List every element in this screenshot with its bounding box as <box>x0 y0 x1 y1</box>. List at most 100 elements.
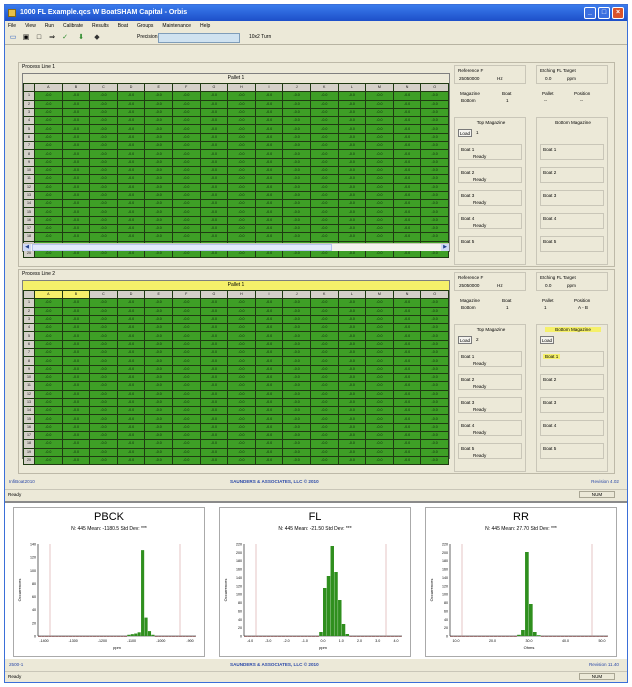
table-cell[interactable]: -0.0 <box>61 199 91 209</box>
column-header[interactable]: K <box>309 289 339 300</box>
table-cell[interactable]: -0.0 <box>144 91 173 101</box>
column-header[interactable]: C <box>89 289 118 300</box>
table-cell[interactable]: -0.0 <box>337 414 367 424</box>
table-cell[interactable]: -0.0 <box>199 348 229 358</box>
table-cell[interactable]: -0.0 <box>116 190 146 201</box>
menu-calibrate[interactable]: Calibrate <box>63 21 83 31</box>
table-cell[interactable]: -0.0 <box>34 190 63 201</box>
table-cell[interactable]: -0.0 <box>282 132 311 143</box>
table-cell[interactable]: -0.0 <box>144 406 173 416</box>
table-cell[interactable]: -0.0 <box>34 298 63 308</box>
table-cell[interactable]: -0.0 <box>337 455 367 466</box>
bottom-boat-2[interactable]: Boat 2 <box>540 167 604 183</box>
top-boat-5[interactable]: Boat 5 Ready <box>458 443 522 459</box>
table-cell[interactable]: -0.0 <box>144 306 173 316</box>
table-cell[interactable]: -0.0 <box>282 406 311 416</box>
table-cell[interactable]: -0.0 <box>34 199 63 209</box>
table-cell[interactable]: -0.0 <box>61 298 91 308</box>
reference-value[interactable]: 25050000 <box>459 283 479 288</box>
table-cell[interactable]: -0.0 <box>61 431 91 441</box>
table-cell[interactable]: -0.0 <box>61 414 91 424</box>
table-cell[interactable]: -0.0 <box>171 422 201 433</box>
table-cell[interactable]: -0.0 <box>61 224 91 234</box>
table-cell[interactable]: -0.0 <box>365 306 394 316</box>
table-cell[interactable]: -0.0 <box>227 215 256 226</box>
table-cell[interactable]: -0.0 <box>144 99 173 109</box>
table-cell[interactable]: -0.0 <box>227 107 256 118</box>
table-cell[interactable]: -0.0 <box>337 298 367 308</box>
table-cell[interactable]: -0.0 <box>116 116 146 126</box>
table-cell[interactable]: -0.0 <box>171 99 201 109</box>
table-cell[interactable]: -0.0 <box>116 149 146 159</box>
bottom-boat-4[interactable]: Boat 4 <box>540 420 604 436</box>
print-icon[interactable]: ▣ <box>22 34 30 42</box>
table-cell[interactable]: -0.0 <box>144 157 173 167</box>
table-cell[interactable]: -0.0 <box>227 91 256 101</box>
table-cell[interactable]: -0.0 <box>420 447 449 457</box>
table-cell[interactable]: -0.0 <box>337 232 367 242</box>
table-cell[interactable]: -0.0 <box>61 372 91 383</box>
bottom-load-button[interactable]: Load <box>540 336 554 344</box>
etching-value[interactable]: 0.0 <box>545 283 551 288</box>
table-cell[interactable]: -0.0 <box>282 372 311 383</box>
row-header[interactable]: 8 <box>23 356 35 366</box>
table-cell[interactable]: -0.0 <box>392 199 422 209</box>
row-header[interactable]: 4 <box>23 116 35 126</box>
reference-value[interactable]: 25050000 <box>459 76 479 81</box>
table-cell[interactable]: -0.0 <box>144 224 173 234</box>
minimize-button[interactable]: _ <box>584 7 596 19</box>
table-cell[interactable]: -0.0 <box>61 397 91 408</box>
table-cell[interactable]: -0.0 <box>144 364 173 374</box>
table-cell[interactable]: -0.0 <box>34 149 63 159</box>
table-cell[interactable]: -0.0 <box>282 182 311 192</box>
table-cell[interactable]: -0.0 <box>282 116 311 126</box>
menu-results[interactable]: Results <box>92 21 109 31</box>
table-cell[interactable]: -0.0 <box>365 124 394 134</box>
table-cell[interactable]: -0.0 <box>420 364 449 374</box>
table-cell[interactable]: -0.0 <box>116 314 146 325</box>
table-cell[interactable]: -0.0 <box>392 91 422 101</box>
table-cell[interactable]: -0.0 <box>199 165 229 176</box>
shield-icon[interactable]: ◆ <box>93 34 101 42</box>
table-cell[interactable]: -0.0 <box>144 447 173 457</box>
table-cell[interactable]: -0.0 <box>282 141 311 151</box>
table-cell[interactable]: -0.0 <box>227 116 256 126</box>
table-cell[interactable]: -0.0 <box>309 331 339 341</box>
table-cell[interactable]: -0.0 <box>34 339 63 350</box>
table-cell[interactable]: -0.0 <box>227 414 256 424</box>
row-header[interactable]: 1 <box>23 91 35 101</box>
table-cell[interactable]: -0.0 <box>282 331 311 341</box>
table-cell[interactable]: -0.0 <box>227 323 256 333</box>
table-cell[interactable]: -0.0 <box>61 132 91 143</box>
table-cell[interactable]: -0.0 <box>34 91 63 101</box>
menu-groups[interactable]: Groups <box>137 21 153 31</box>
table-cell[interactable]: -0.0 <box>254 331 284 341</box>
table-cell[interactable]: -0.0 <box>89 91 118 101</box>
table-cell[interactable]: -0.0 <box>171 348 201 358</box>
table-cell[interactable]: -0.0 <box>337 323 367 333</box>
table-cell[interactable]: -0.0 <box>89 348 118 358</box>
table-cell[interactable]: -0.0 <box>61 323 91 333</box>
row-header[interactable]: 1 <box>23 298 35 308</box>
bottom-boat-3[interactable]: Boat 3 <box>540 397 604 413</box>
table-cell[interactable]: -0.0 <box>61 99 91 109</box>
table-cell[interactable]: -0.0 <box>144 348 173 358</box>
table-cell[interactable]: -0.0 <box>337 199 367 209</box>
table-cell[interactable]: -0.0 <box>254 381 284 391</box>
table-cell[interactable]: -0.0 <box>282 339 311 350</box>
table-cell[interactable]: -0.0 <box>392 99 422 109</box>
table-cell[interactable]: -0.0 <box>171 372 201 383</box>
row-header[interactable]: 12 <box>23 389 35 399</box>
table-cell[interactable]: -0.0 <box>309 199 339 209</box>
table-cell[interactable]: -0.0 <box>34 132 63 143</box>
table-cell[interactable]: -0.0 <box>144 116 173 126</box>
column-header[interactable]: N <box>392 82 422 93</box>
table-cell[interactable]: -0.0 <box>61 348 91 358</box>
table-cell[interactable]: -0.0 <box>227 232 256 242</box>
table-cell[interactable]: -0.0 <box>254 232 284 242</box>
row-header[interactable]: 5 <box>23 124 35 134</box>
table-cell[interactable]: -0.0 <box>392 149 422 159</box>
table-cell[interactable]: -0.0 <box>89 323 118 333</box>
table-cell[interactable]: -0.0 <box>254 431 284 441</box>
table-cell[interactable]: -0.0 <box>227 406 256 416</box>
